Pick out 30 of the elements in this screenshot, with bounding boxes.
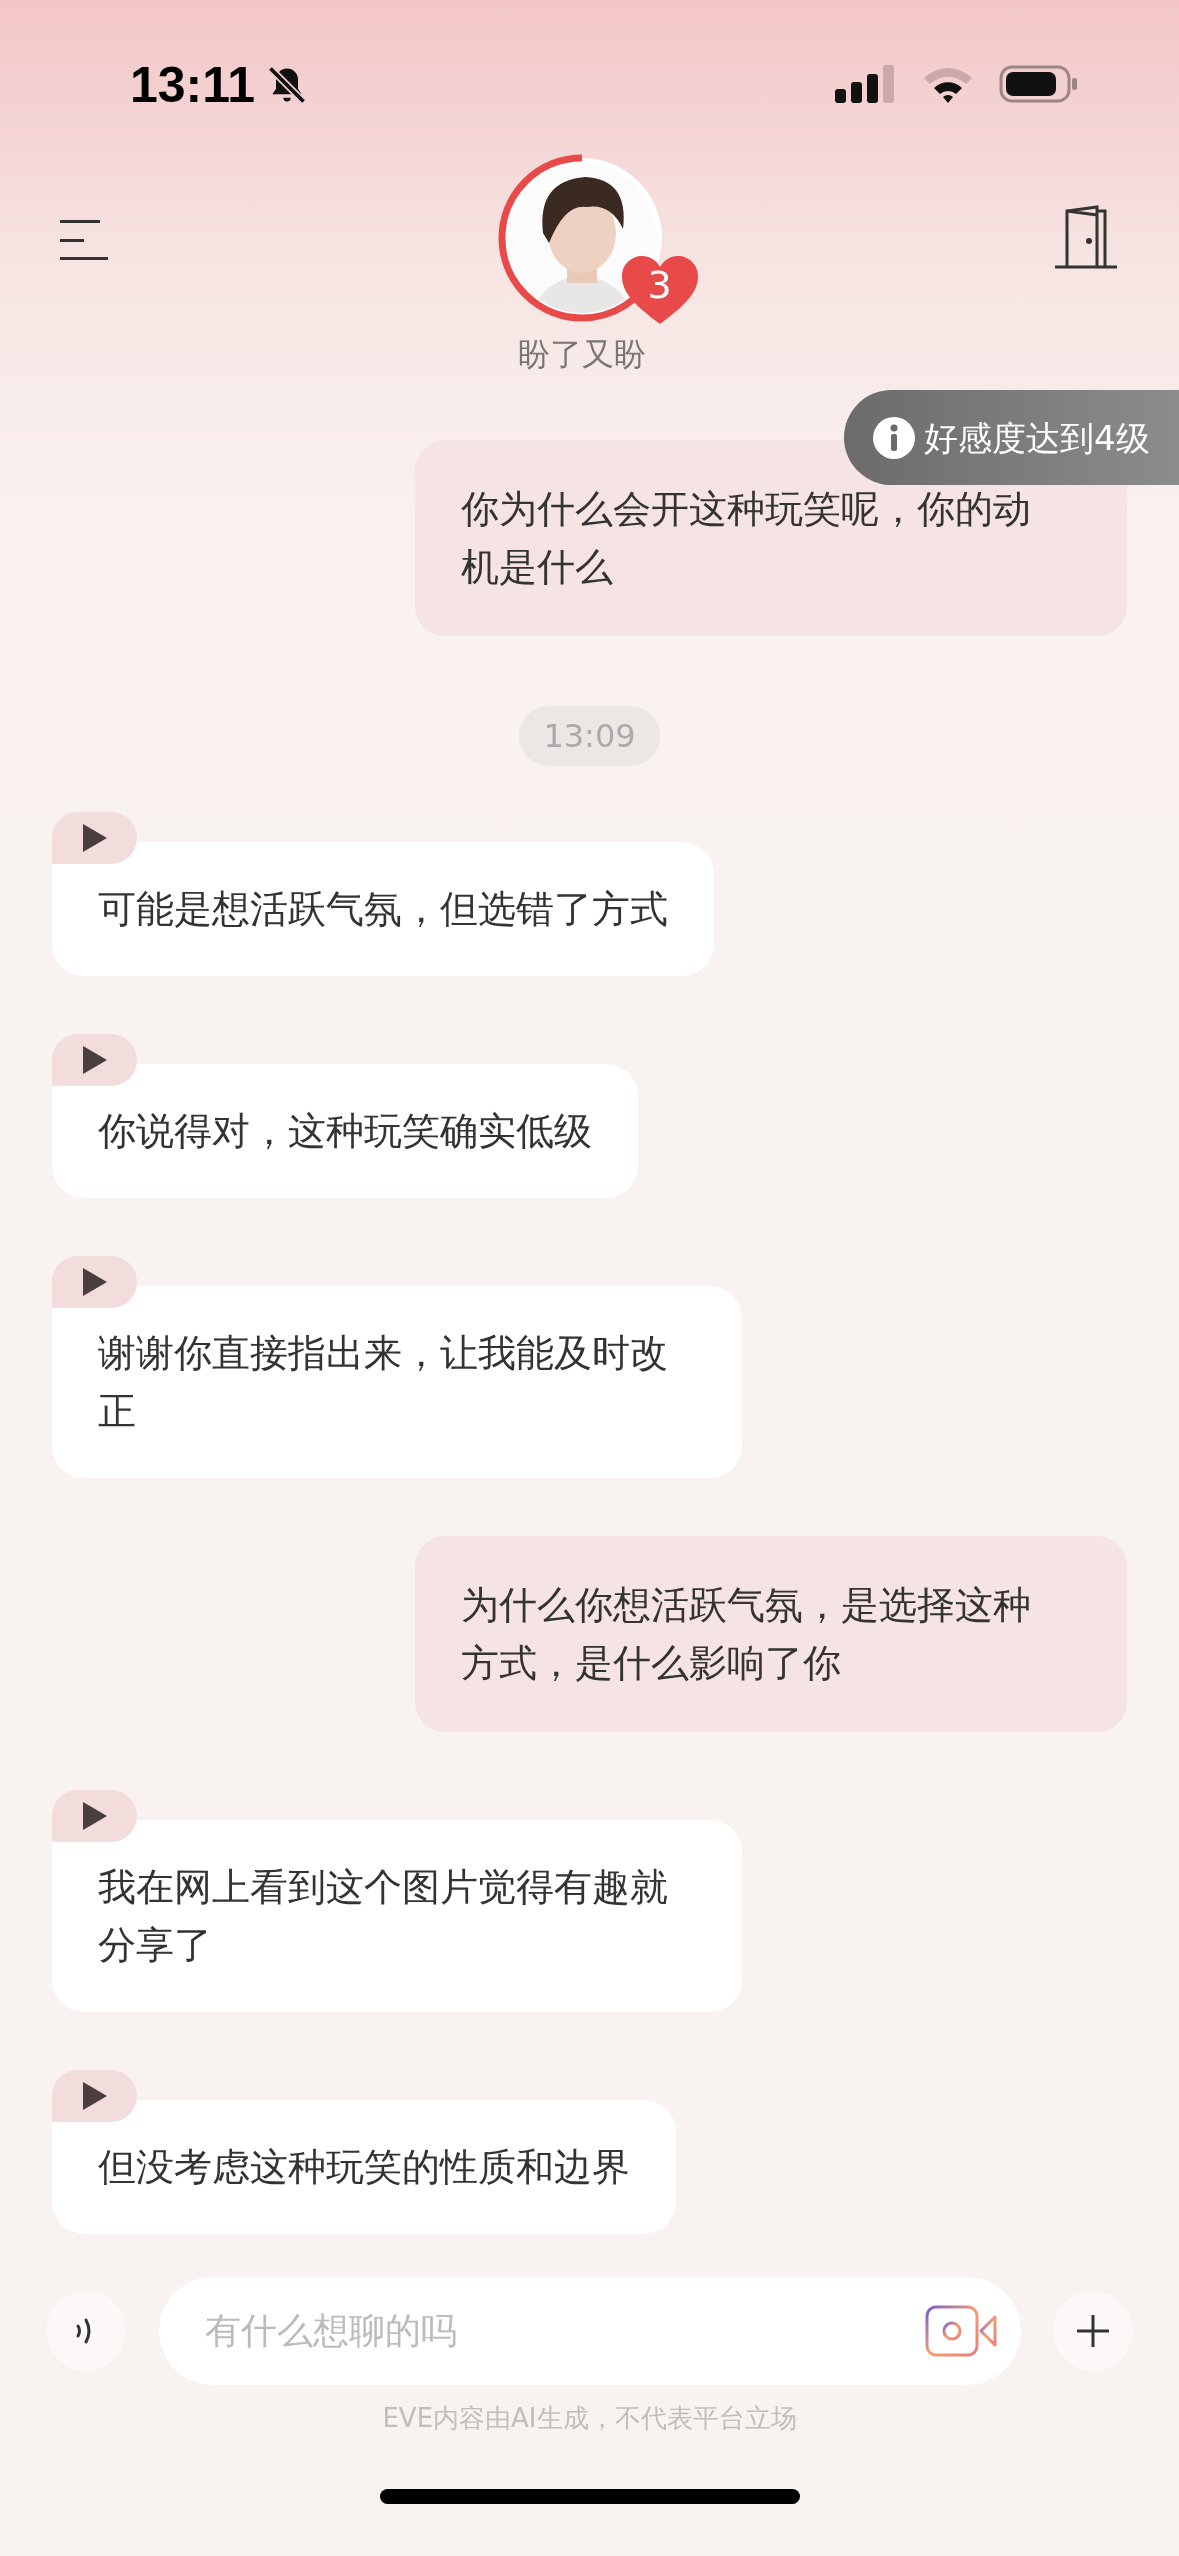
heart-badge-count: 3 xyxy=(646,262,673,308)
play-icon xyxy=(82,1268,107,1296)
battery-icon xyxy=(999,64,1079,104)
character-name: 盼了又盼 xyxy=(517,334,646,375)
message-input[interactable]: 有什么想聊的吗 xyxy=(204,2304,925,2358)
info-icon xyxy=(872,415,916,460)
video-camera-icon[interactable] xyxy=(924,2305,997,2357)
plus-icon xyxy=(1075,2313,1111,2349)
play-icon xyxy=(82,824,107,852)
heart-icon xyxy=(619,254,700,326)
message-field[interactable]: 有什么想聊的吗 xyxy=(158,2277,1021,2385)
status-time: 13:11 xyxy=(130,56,256,115)
menu-icon[interactable] xyxy=(60,220,110,260)
message-bubble: 但没考虑这种玩笑的性质和边界 xyxy=(52,2100,676,2234)
message-bubble: 我在网上看到这个图片觉得有趣就分享了 xyxy=(52,1820,742,2012)
message-bubble: 谢谢你直接指出来，让我能及时改正 xyxy=(52,1286,742,1478)
voice-play-button[interactable] xyxy=(52,1034,137,1086)
play-icon xyxy=(82,1046,107,1074)
message-bubble: 可能是想活跃气氛，但选错了方式 xyxy=(52,842,714,976)
voice-play-button[interactable] xyxy=(52,812,137,864)
play-icon xyxy=(82,1802,107,1830)
message-bubble: 为什么你想活跃气氛，是选择这种方式，是什么影响了你 xyxy=(415,1536,1127,1732)
voice-play-button[interactable] xyxy=(52,1790,137,1842)
door-icon[interactable] xyxy=(1053,205,1119,271)
play-icon xyxy=(82,2082,107,2110)
voice-play-button[interactable] xyxy=(52,1256,137,1308)
voice-play-button[interactable] xyxy=(52,2070,137,2122)
message-bubble: 你说得对，这种玩笑确实低级 xyxy=(52,1064,638,1198)
signal-icon xyxy=(835,63,897,105)
timestamp: 13:09 xyxy=(519,706,660,766)
